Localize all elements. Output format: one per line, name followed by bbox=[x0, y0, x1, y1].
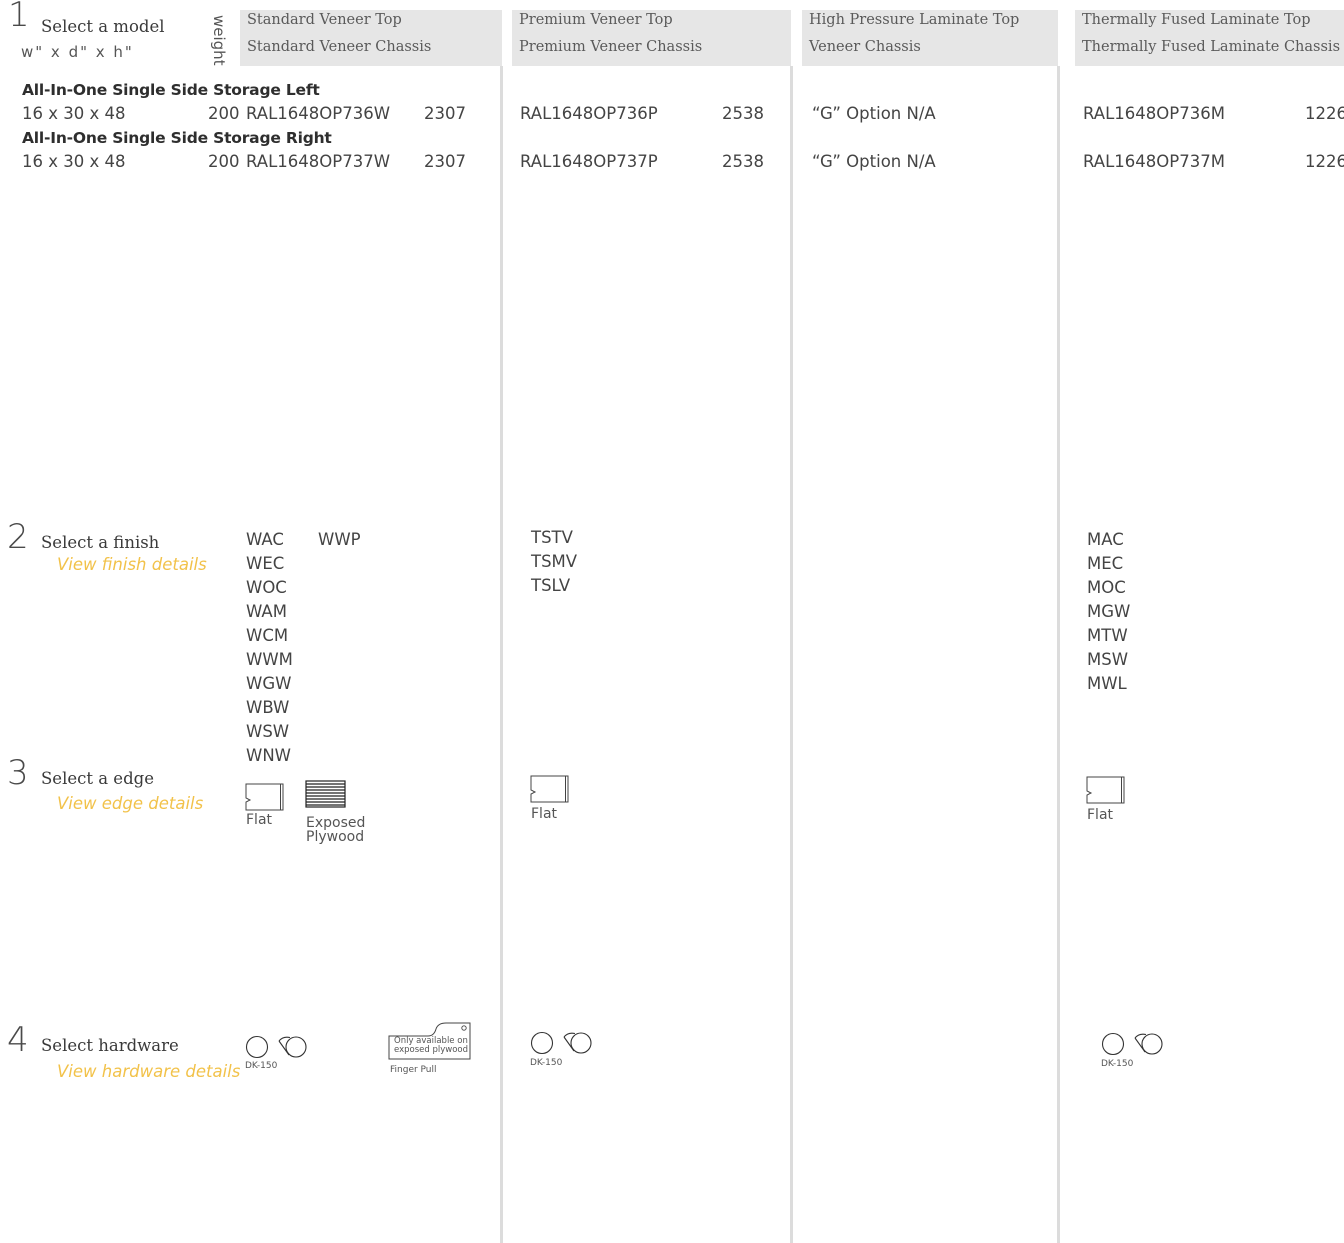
step-2-title: Select a finish bbox=[41, 533, 160, 552]
premium-finish-list: TSTV TSMV TSLV bbox=[531, 526, 577, 598]
step-4-number: 4 bbox=[7, 1020, 29, 1060]
view-edge-details-link[interactable]: View edge details bbox=[57, 794, 203, 813]
finish-code: WAM bbox=[246, 602, 287, 621]
column-divider bbox=[500, 66, 503, 1243]
tfl-part-number: RAL1648OP736M bbox=[1083, 104, 1225, 123]
model-dimensions: 16 x 30 x 48 bbox=[22, 152, 126, 171]
dimensions-header: w" x d" x h" bbox=[21, 43, 134, 61]
column-header-standard-veneer: Standard Veneer Top Standard Veneer Chas… bbox=[240, 10, 502, 66]
header-chassis: Premium Veneer Chassis bbox=[519, 39, 703, 55]
header-top: Standard Veneer Top bbox=[247, 12, 402, 28]
flat-edge-label: Flat bbox=[246, 812, 273, 828]
step-2-number: 2 bbox=[7, 517, 29, 557]
standard-part-number: RAL1648OP736W bbox=[246, 104, 391, 123]
finger-pull-label: Finger Pull bbox=[390, 1065, 437, 1075]
hpl-option: “G” Option N/A bbox=[812, 104, 936, 123]
finish-code: WNW bbox=[246, 746, 291, 765]
model-dimensions: 16 x 30 x 48 bbox=[22, 104, 126, 123]
finish-code: WOC bbox=[246, 578, 287, 597]
finish-code: WAC bbox=[246, 530, 284, 549]
finish-code: WSW bbox=[246, 722, 290, 741]
exposed-plywood-edge-icon bbox=[305, 780, 346, 808]
finger-pull-note: Only available on exposed plywood bbox=[394, 1037, 468, 1055]
dk-150-knob-icon bbox=[530, 1031, 592, 1055]
step-3-number: 3 bbox=[7, 753, 29, 793]
finish-code: MGW bbox=[1087, 602, 1131, 621]
finish-code: MWL bbox=[1087, 674, 1127, 693]
model-weight: 200 bbox=[208, 152, 240, 171]
premium-part-number: RAL1648OP736P bbox=[520, 104, 658, 123]
flat-edge-icon bbox=[530, 775, 569, 803]
finish-code: MAC bbox=[1087, 530, 1124, 549]
model-name: All-In-One Single Side Storage Right bbox=[22, 129, 332, 147]
step-1-number: 1 bbox=[8, 0, 30, 35]
model-weight: 200 bbox=[208, 104, 240, 123]
finish-code: MOC bbox=[1087, 578, 1126, 597]
view-finish-details-link[interactable]: View finish details bbox=[57, 555, 207, 574]
premium-part-number: RAL1648OP737P bbox=[520, 152, 658, 171]
column-divider bbox=[790, 66, 793, 1243]
finish-code: MEC bbox=[1087, 554, 1124, 573]
standard-price: 2307 bbox=[424, 152, 466, 171]
tfl-price: 1226 bbox=[1305, 104, 1344, 123]
header-chassis: Veneer Chassis bbox=[809, 39, 921, 55]
finish-code: WWM bbox=[246, 650, 293, 669]
dk-150-label: DK-150 bbox=[1101, 1059, 1134, 1069]
tfl-finish-list: MAC MEC MOC MGW MTW MSW MWL bbox=[1087, 528, 1130, 696]
finish-code: WEC bbox=[246, 554, 285, 573]
premium-price: 2538 bbox=[722, 104, 764, 123]
header-chassis: Thermally Fused Laminate Chassis bbox=[1082, 39, 1341, 55]
finish-code: WGW bbox=[246, 674, 292, 693]
finish-code: TSLV bbox=[531, 576, 571, 595]
flat-edge-icon bbox=[1086, 776, 1125, 804]
tfl-price: 1226 bbox=[1305, 152, 1344, 171]
step-1-title: Select a model bbox=[41, 17, 165, 36]
view-hardware-details-link[interactable]: View hardware details bbox=[57, 1062, 240, 1081]
finish-code: WCM bbox=[246, 626, 289, 645]
flat-edge-icon bbox=[245, 783, 284, 811]
standard-finish-list: WAC WEC WOC WAM WCM WWM WGW WBW WSW WNW bbox=[246, 528, 293, 768]
dk-150-knob-icon bbox=[1101, 1032, 1163, 1056]
standard-part-number: RAL1648OP737W bbox=[246, 152, 391, 171]
flat-edge-label: Flat bbox=[1087, 807, 1114, 823]
dk-150-label: DK-150 bbox=[245, 1061, 278, 1071]
dk-150-label: DK-150 bbox=[530, 1058, 563, 1068]
exposed-plywood-label-line2: Plywood bbox=[306, 829, 365, 845]
column-header-high-pressure-laminate: High Pressure Laminate Top Veneer Chassi… bbox=[802, 10, 1058, 66]
exposed-plywood-label: Exposed Plywood bbox=[306, 816, 365, 844]
finish-code: TSTV bbox=[531, 528, 573, 547]
header-top: Thermally Fused Laminate Top bbox=[1082, 12, 1311, 28]
finger-pull-note-line2: exposed plywood bbox=[394, 1045, 468, 1055]
finish-code: MSW bbox=[1087, 650, 1129, 669]
standard-price: 2307 bbox=[424, 104, 466, 123]
finish-code: WBW bbox=[246, 698, 290, 717]
column-header-premium-veneer: Premium Veneer Top Premium Veneer Chassi… bbox=[512, 10, 791, 66]
column-header-thermally-fused-laminate: Thermally Fused Laminate Top Thermally F… bbox=[1075, 10, 1344, 66]
weight-header: weight bbox=[210, 15, 228, 66]
step-3-title: Select a edge bbox=[41, 769, 154, 788]
step-4-title: Select hardware bbox=[41, 1036, 179, 1055]
finish-code: TSMV bbox=[531, 552, 578, 571]
hpl-option: “G” Option N/A bbox=[812, 152, 936, 171]
exposed-plywood-label-line1: Exposed bbox=[306, 815, 366, 831]
tfl-part-number: RAL1648OP737M bbox=[1083, 152, 1225, 171]
column-divider bbox=[1057, 66, 1060, 1243]
header-top: High Pressure Laminate Top bbox=[809, 12, 1020, 28]
flat-edge-label: Flat bbox=[531, 806, 558, 822]
finish-code: MTW bbox=[1087, 626, 1128, 645]
header-chassis: Standard Veneer Chassis bbox=[247, 39, 432, 55]
finish-code: WWP bbox=[318, 530, 361, 549]
header-top: Premium Veneer Top bbox=[519, 12, 673, 28]
dk-150-knob-icon bbox=[245, 1035, 307, 1059]
model-name: All-In-One Single Side Storage Left bbox=[22, 81, 320, 99]
premium-price: 2538 bbox=[722, 152, 764, 171]
